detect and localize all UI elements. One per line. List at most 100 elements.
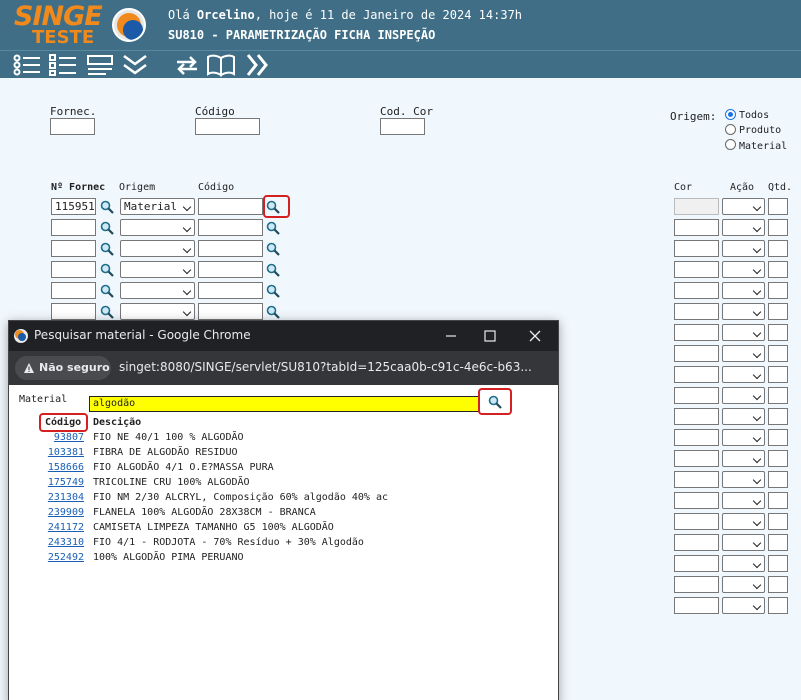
- material-search-input[interactable]: algodão: [89, 396, 480, 412]
- double-chevron-down-icon[interactable]: [120, 53, 150, 77]
- close-icon[interactable]: [525, 326, 545, 346]
- row17-acao-select[interactable]: [722, 534, 765, 551]
- row13-cor-input[interactable]: [674, 450, 719, 467]
- row6-acao-select[interactable]: [722, 303, 765, 320]
- radio-produto[interactable]: [725, 124, 736, 135]
- row20-qtd-input[interactable]: [768, 597, 788, 614]
- row6-nfornec-input[interactable]: [51, 303, 96, 320]
- row7-cor-input[interactable]: [674, 324, 719, 341]
- row12-qtd-input[interactable]: [768, 429, 788, 446]
- result-code-link[interactable]: 158666: [24, 462, 84, 473]
- row1-codigo-input[interactable]: [198, 198, 263, 215]
- row18-cor-input[interactable]: [674, 555, 719, 572]
- row4-codigo-search-icon[interactable]: [266, 263, 280, 277]
- row16-qtd-input[interactable]: [768, 513, 788, 530]
- result-code-link[interactable]: 103381: [24, 447, 84, 458]
- row4-acao-select[interactable]: [722, 261, 765, 278]
- result-code-link[interactable]: 243310: [24, 537, 84, 548]
- row4-origem-select[interactable]: [120, 261, 195, 278]
- row15-qtd-input[interactable]: [768, 492, 788, 509]
- row5-codigo-search-icon[interactable]: [266, 284, 280, 298]
- row3-cor-input[interactable]: [674, 240, 719, 257]
- row14-qtd-input[interactable]: [768, 471, 788, 488]
- row2-nfornec-input[interactable]: [51, 219, 96, 236]
- row18-acao-select[interactable]: [722, 555, 765, 572]
- row4-cor-input[interactable]: [674, 261, 719, 278]
- row3-qtd-input[interactable]: [768, 240, 788, 257]
- row16-cor-input[interactable]: [674, 513, 719, 530]
- row5-acao-select[interactable]: [722, 282, 765, 299]
- row5-cor-input[interactable]: [674, 282, 719, 299]
- row13-acao-select[interactable]: [722, 450, 765, 467]
- maximize-icon[interactable]: [480, 326, 500, 346]
- row9-qtd-input[interactable]: [768, 366, 788, 383]
- row11-acao-select[interactable]: [722, 408, 765, 425]
- row19-qtd-input[interactable]: [768, 576, 788, 593]
- refresh-icon[interactable]: [172, 53, 202, 77]
- fornec-input[interactable]: [50, 118, 95, 135]
- result-code-link[interactable]: 231304: [24, 492, 84, 503]
- row1-nfornec-input[interactable]: 115951: [51, 198, 96, 215]
- row6-fornec-search-icon[interactable]: [100, 305, 114, 319]
- row2-fornec-search-icon[interactable]: [100, 221, 114, 235]
- row5-qtd-input[interactable]: [768, 282, 788, 299]
- row4-nfornec-input[interactable]: [51, 261, 96, 278]
- result-code-link[interactable]: 239909: [24, 507, 84, 518]
- row1-fornec-search-icon[interactable]: [100, 200, 114, 214]
- not-secure-chip[interactable]: Não seguro: [15, 356, 111, 380]
- row3-codigo-search-icon[interactable]: [266, 242, 280, 256]
- row13-qtd-input[interactable]: [768, 450, 788, 467]
- radio-material[interactable]: [725, 139, 736, 150]
- row6-qtd-input[interactable]: [768, 303, 788, 320]
- row2-acao-select[interactable]: [722, 219, 765, 236]
- row10-cor-input[interactable]: [674, 387, 719, 404]
- row2-codigo-search-icon[interactable]: [266, 221, 280, 235]
- row5-origem-select[interactable]: [120, 282, 195, 299]
- row9-acao-select[interactable]: [722, 366, 765, 383]
- row2-cor-input[interactable]: [674, 219, 719, 236]
- row8-acao-select[interactable]: [722, 345, 765, 362]
- row6-origem-select[interactable]: [120, 303, 195, 320]
- row4-codigo-input[interactable]: [198, 261, 263, 278]
- row2-origem-select[interactable]: [120, 219, 195, 236]
- row14-cor-input[interactable]: [674, 471, 719, 488]
- row7-qtd-input[interactable]: [768, 324, 788, 341]
- row19-acao-select[interactable]: [722, 576, 765, 593]
- codcor-input[interactable]: [380, 118, 425, 135]
- row6-cor-input[interactable]: [674, 303, 719, 320]
- row18-qtd-input[interactable]: [768, 555, 788, 572]
- double-chevron-right-icon[interactable]: [243, 53, 273, 77]
- row17-cor-input[interactable]: [674, 534, 719, 551]
- row3-fornec-search-icon[interactable]: [100, 242, 114, 256]
- codigo-input[interactable]: [195, 118, 260, 135]
- row20-cor-input[interactable]: [674, 597, 719, 614]
- row5-fornec-search-icon[interactable]: [100, 284, 114, 298]
- row1-origem-select[interactable]: Material: [120, 198, 195, 215]
- row5-nfornec-input[interactable]: [51, 282, 96, 299]
- list-detail-icon[interactable]: [12, 53, 42, 77]
- row11-cor-input[interactable]: [674, 408, 719, 425]
- row2-codigo-input[interactable]: [198, 219, 263, 236]
- row16-acao-select[interactable]: [722, 513, 765, 530]
- row5-codigo-input[interactable]: [198, 282, 263, 299]
- row19-cor-input[interactable]: [674, 576, 719, 593]
- row4-fornec-search-icon[interactable]: [100, 263, 114, 277]
- row2-qtd-input[interactable]: [768, 219, 788, 236]
- checklist-icon[interactable]: [48, 53, 78, 77]
- result-code-link[interactable]: 241172: [24, 522, 84, 533]
- row1-acao-select[interactable]: [722, 198, 765, 215]
- row12-cor-input[interactable]: [674, 429, 719, 446]
- row1-cor-input[interactable]: [674, 198, 719, 215]
- result-code-link[interactable]: 175749: [24, 477, 84, 488]
- book-icon[interactable]: [206, 53, 236, 77]
- row8-qtd-input[interactable]: [768, 345, 788, 362]
- row8-cor-input[interactable]: [674, 345, 719, 362]
- popup-url[interactable]: singet:8080/SINGE/servlet/SU810?tabId=12…: [119, 360, 532, 374]
- row20-acao-select[interactable]: [722, 597, 765, 614]
- row12-acao-select[interactable]: [722, 429, 765, 446]
- row9-cor-input[interactable]: [674, 366, 719, 383]
- row11-qtd-input[interactable]: [768, 408, 788, 425]
- radio-todos[interactable]: [725, 109, 736, 120]
- row15-cor-input[interactable]: [674, 492, 719, 509]
- form-icon[interactable]: [86, 53, 116, 77]
